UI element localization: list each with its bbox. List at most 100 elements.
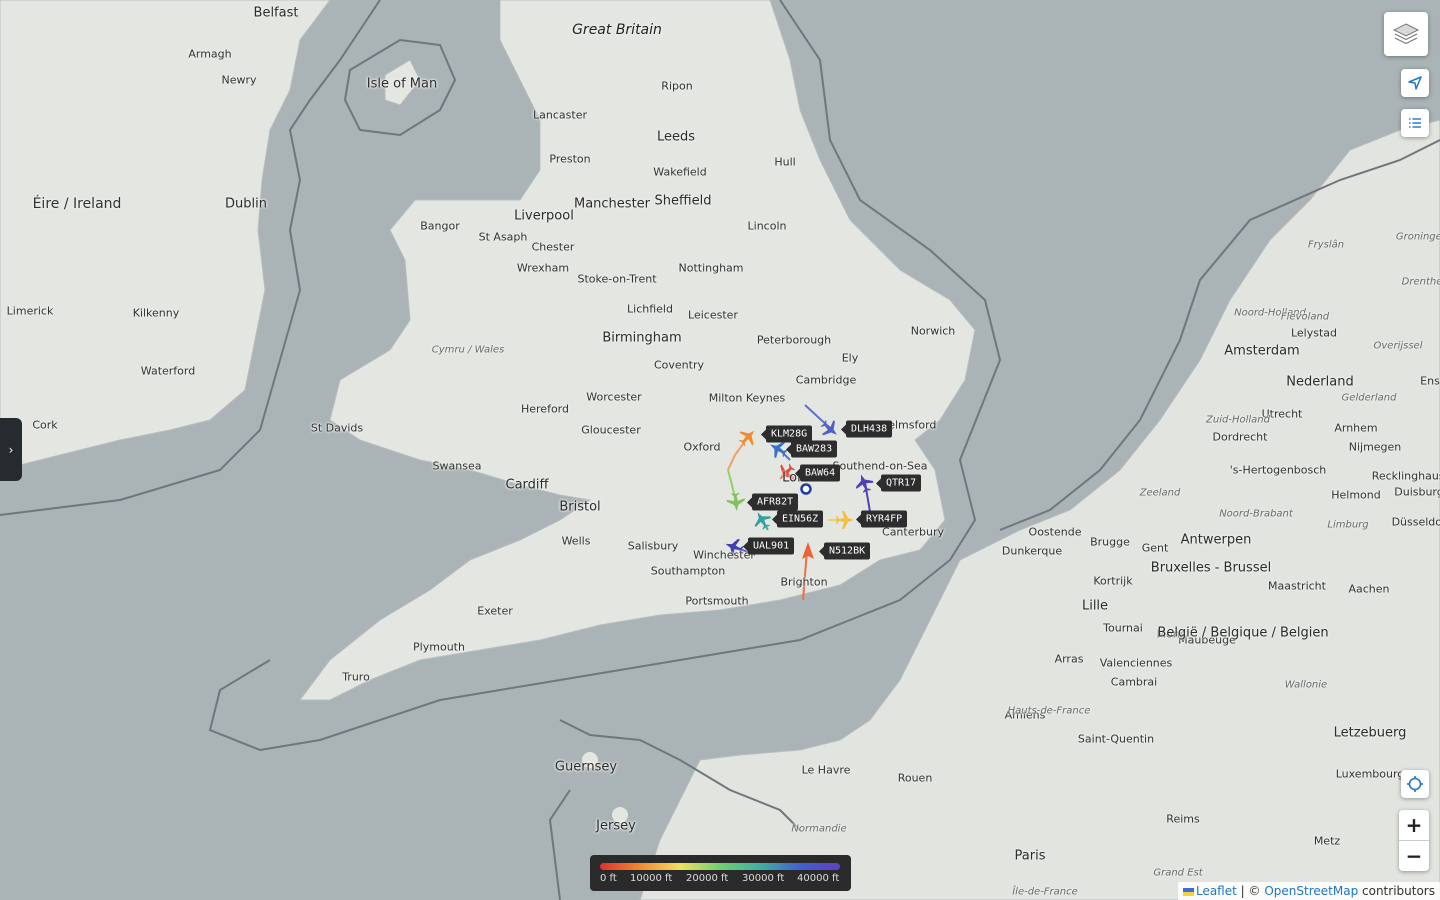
place-label: Plymouth xyxy=(413,640,465,654)
place-label: Grand Est xyxy=(1153,867,1203,879)
map-attribution: Leaflet | © OpenStreetMap contributors xyxy=(1177,882,1440,900)
place-label: Arnhem xyxy=(1334,421,1378,435)
layers-button[interactable] xyxy=(1384,12,1428,56)
flight-label[interactable]: AFR82T xyxy=(746,493,799,511)
flight-label[interactable]: BAW64 xyxy=(794,464,841,482)
locate-arrow-icon xyxy=(1408,76,1422,90)
place-label: Truro xyxy=(342,670,370,684)
place-label: Guernsey xyxy=(554,759,618,775)
flight-label[interactable]: QTR17 xyxy=(875,474,922,492)
place-label: Southampton xyxy=(650,564,726,578)
place-label: Cambrai xyxy=(1110,675,1158,689)
attribution-separator: | © xyxy=(1240,884,1261,898)
place-label: Overijssel xyxy=(1373,340,1423,352)
place-label: Portsmouth xyxy=(685,594,749,608)
place-label: Kortrijk xyxy=(1093,574,1133,588)
place-label: Belfast xyxy=(253,5,299,21)
place-label: Worcester xyxy=(586,390,642,404)
place-label: Salisbury xyxy=(627,539,679,553)
place-label: Wallonie xyxy=(1284,679,1328,691)
place-label: Metz xyxy=(1313,834,1341,848)
place-label: Hereford xyxy=(520,402,570,416)
place-label: Maastricht xyxy=(1268,579,1326,593)
place-label: Dublin xyxy=(225,196,267,212)
place-label: Île-de-France xyxy=(1012,886,1078,898)
place-label: Lille xyxy=(1081,598,1109,614)
osm-link[interactable]: OpenStreetMap xyxy=(1264,884,1358,898)
place-label: Nederland xyxy=(1286,374,1354,390)
legend-label: 0 ft xyxy=(600,873,617,884)
flight-label[interactable]: DLH438 xyxy=(840,420,893,438)
place-label: Saint-Quentin xyxy=(1077,732,1155,746)
leaflet-link[interactable]: Leaflet xyxy=(1196,884,1237,898)
place-label: Hull xyxy=(774,155,796,169)
list-button[interactable] xyxy=(1401,109,1429,137)
place-label: Southend-on-Sea xyxy=(832,459,928,473)
place-label: Ripon xyxy=(661,79,693,93)
flight-label[interactable]: UAL901 xyxy=(742,537,795,555)
layers-icon xyxy=(1392,23,1420,45)
recenter-button[interactable] xyxy=(1401,770,1429,798)
place-label: Bristol xyxy=(559,499,601,515)
place-label: Éire / Ireland xyxy=(32,196,122,212)
place-label: Lincoln xyxy=(747,219,787,233)
place-label: Gelderland xyxy=(1341,392,1397,404)
place-label: Peterborough xyxy=(756,333,832,347)
place-label: Ely xyxy=(841,351,859,365)
home-location-marker xyxy=(800,483,812,495)
place-label: Stoke-on-Trent xyxy=(577,272,657,286)
place-label: Norwich xyxy=(910,324,956,338)
place-label: Wrexham xyxy=(516,261,570,275)
place-label: Preston xyxy=(549,152,591,166)
chevron-right-icon: › xyxy=(8,442,14,457)
place-label: Rouen xyxy=(897,771,933,785)
place-label: Aachen xyxy=(1348,582,1390,596)
place-label: Coventry xyxy=(653,358,705,372)
place-label: Lancaster xyxy=(533,108,587,122)
place-label: Antwerpen xyxy=(1180,532,1252,548)
flight-label[interactable]: N512BK xyxy=(818,542,871,560)
place-label: België / Belgique / Belgien xyxy=(1157,625,1329,641)
place-label: Chester xyxy=(531,240,575,254)
place-label: Swansea xyxy=(432,459,482,473)
place-label: Zuid-Holland xyxy=(1206,414,1270,426)
place-label: Hauts-de-France xyxy=(1007,705,1091,717)
place-label: Brugge xyxy=(1090,535,1130,549)
place-label: Lelystad xyxy=(1290,326,1338,340)
place-label: Valenciennes xyxy=(1099,656,1173,670)
legend-label: 40000 ft xyxy=(797,873,840,884)
zoom-out-button[interactable]: − xyxy=(1399,840,1429,871)
place-label: Cambridge xyxy=(795,373,857,387)
place-label: Wells xyxy=(561,534,591,548)
place-label: Lichfield xyxy=(627,302,673,316)
place-label: Cardiff xyxy=(505,477,549,493)
zoom-in-button[interactable]: + xyxy=(1399,810,1429,840)
place-label: Ens xyxy=(1420,374,1440,388)
place-label: Fryslân xyxy=(1307,239,1345,251)
altitude-legend: 0 ft 10000 ft 20000 ft 30000 ft 40000 ft xyxy=(590,855,851,891)
sidebar-toggle-button[interactable]: › xyxy=(0,418,22,481)
locate-button[interactable] xyxy=(1401,69,1429,97)
place-label: Duisburg xyxy=(1394,485,1440,499)
legend-label: 20000 ft xyxy=(686,873,729,884)
place-label: Amsterdam xyxy=(1224,343,1300,359)
flight-label[interactable]: RYR4FP xyxy=(855,510,908,528)
place-label: Nottingham xyxy=(678,261,744,275)
place-label: Reims xyxy=(1166,812,1200,826)
place-label: Bangor xyxy=(420,219,460,233)
place-label: Liverpool xyxy=(514,208,574,224)
flight-label[interactable]: EIN56Z xyxy=(771,510,824,528)
attribution-contributors: contributors xyxy=(1362,884,1435,898)
place-label: Cork xyxy=(32,418,58,432)
place-label: Isle of Man xyxy=(366,76,438,92)
place-label: Dordrecht xyxy=(1212,430,1268,444)
place-label: 's-Hertogenbosch xyxy=(1229,463,1327,477)
place-label: Luxembourg xyxy=(1335,767,1405,781)
place-label: Birmingham xyxy=(602,330,682,346)
place-label: Zeeland xyxy=(1139,487,1181,499)
place-label: Gloucester xyxy=(581,423,641,437)
place-label: Limerick xyxy=(6,304,54,318)
place-label: Helmond xyxy=(1331,488,1381,502)
flight-label[interactable]: BAW283 xyxy=(785,440,838,458)
place-label: Leicester xyxy=(688,308,738,322)
